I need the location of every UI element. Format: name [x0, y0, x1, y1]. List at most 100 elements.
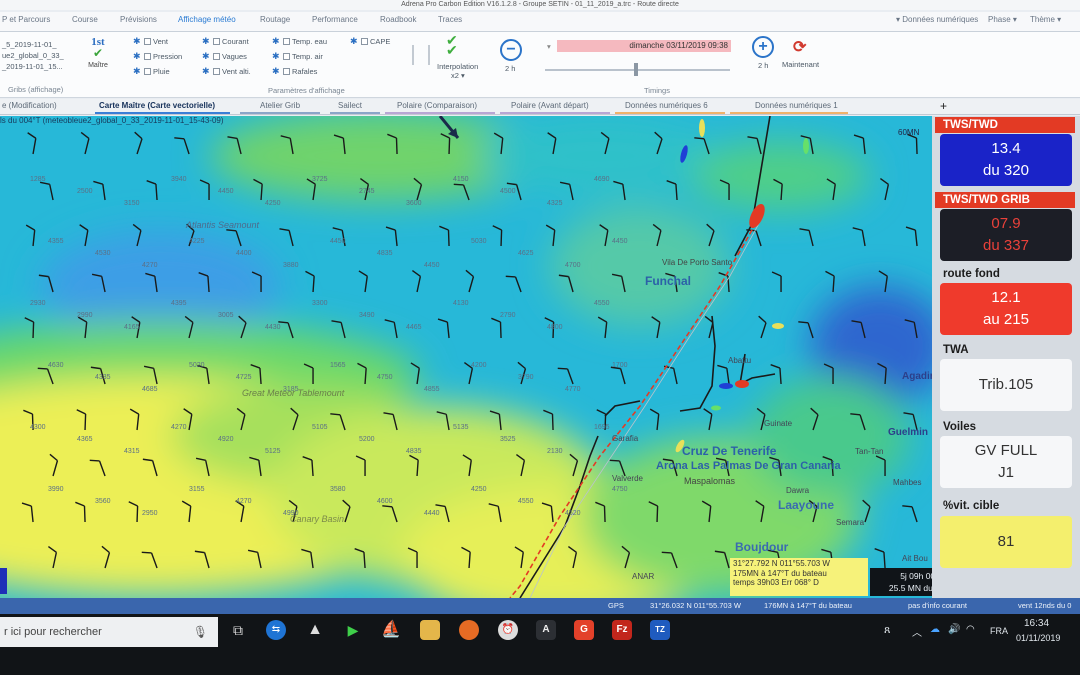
- eta-duration: 5j 09h 00mn: [900, 571, 932, 581]
- tab-donnees-1[interactable]: Données numériques 1: [755, 101, 838, 110]
- donnees-numeriques-dropdown[interactable]: ▾ Données numériques: [896, 15, 978, 24]
- depth-sounding: 2500: [77, 188, 93, 195]
- tab-sailect[interactable]: Sailect: [338, 101, 362, 110]
- param-courant-label: Courant: [222, 37, 249, 46]
- teamviewer-icon[interactable]: ⇆: [266, 620, 286, 640]
- tab-donnees-6[interactable]: Données numériques 6: [625, 101, 708, 110]
- route-fond-label: route fond: [943, 268, 1000, 280]
- param-vent-alti[interactable]: ✱ Vent alti.: [202, 67, 251, 77]
- checkbox-temp-air[interactable]: [283, 53, 290, 60]
- tab-routage[interactable]: Routage: [260, 15, 290, 24]
- eta-box: 5j 09h 00mn 25.5 MN du but: [870, 568, 932, 596]
- tz-app-icon[interactable]: TZ: [650, 620, 670, 640]
- tab-course[interactable]: Course: [72, 15, 98, 24]
- depth-sounding: 2990: [77, 312, 93, 319]
- maintenant-button[interactable]: Maintenant: [782, 60, 819, 69]
- param-rafales[interactable]: ✱ Rafales: [272, 67, 317, 77]
- checkbox-pluie[interactable]: [144, 68, 151, 75]
- depth-sounding: 5200: [359, 436, 375, 443]
- checkbox-vent-alti[interactable]: [213, 68, 220, 75]
- theme-dropdown[interactable]: Thème ▾: [1030, 15, 1061, 24]
- phase-dropdown[interactable]: Phase ▾: [988, 15, 1017, 24]
- step-forward-button[interactable]: +: [752, 36, 774, 58]
- depth-sounding: 4750: [377, 374, 393, 381]
- checkbox-rafales[interactable]: [283, 68, 290, 75]
- step-back-button[interactable]: −: [500, 39, 522, 61]
- cloud-icon[interactable]: ☁: [930, 624, 940, 635]
- checkbox-vagues[interactable]: [213, 53, 220, 60]
- twa-value: Trib.105: [940, 359, 1072, 411]
- param-temp-air[interactable]: ✱ Temp. air: [272, 52, 323, 62]
- depth-sounding: 4500: [500, 188, 516, 195]
- tab-parcours[interactable]: P et Parcours: [2, 15, 50, 24]
- clock-time[interactable]: 16:34: [1024, 618, 1049, 629]
- maitre-button[interactable]: 1st ✔ Maître: [84, 36, 112, 76]
- tab-atelier-grib[interactable]: Atelier Grib: [260, 101, 300, 110]
- tab-carte-maitre[interactable]: Carte Maître (Carte vectorielle): [99, 101, 215, 110]
- ribbon-tab-bar: P et Parcours Course Prévisions Affichag…: [0, 12, 1080, 32]
- map-canvas[interactable]: [0, 116, 932, 598]
- place-mahbes: Mahbes: [893, 478, 922, 487]
- firefox-icon[interactable]: [459, 620, 479, 640]
- chevron-up-icon[interactable]: ︿: [912, 624, 922, 639]
- tab-polaire-comparaison[interactable]: Polaire (Comparaison): [397, 101, 477, 110]
- grib-file-2[interactable]: ue2_global_0_33_: [2, 51, 64, 60]
- vit-cible-value: 81: [940, 516, 1072, 568]
- tab-polaire-avant-depart[interactable]: Polaire (Avant départ): [511, 101, 589, 110]
- people-icon[interactable]: ጸ: [884, 624, 890, 637]
- checkbox-courant[interactable]: [213, 38, 220, 45]
- boat-app-icon[interactable]: ⛵: [381, 620, 401, 640]
- filezilla-icon[interactable]: Fz: [612, 620, 632, 640]
- tab-roadbook[interactable]: Roadbook: [380, 15, 416, 24]
- tab-affichage-meteo[interactable]: Affichage météo: [178, 15, 236, 24]
- refresh-icon[interactable]: ⟳: [793, 37, 806, 57]
- gps-position: 31°26.032 N 011°55.703 W: [650, 601, 741, 610]
- weather-map[interactable]: ls du 004°T (meteobleue2_global_0_33_201…: [0, 116, 932, 598]
- tab-traces[interactable]: Traces: [438, 15, 462, 24]
- step-back-label: 2 h: [505, 64, 516, 73]
- language-indicator[interactable]: FRA: [990, 626, 1008, 636]
- place-porto-santo: Vila De Porto Santo: [662, 258, 733, 267]
- folder-icon[interactable]: [420, 620, 440, 640]
- depth-sounding: 4430: [265, 324, 281, 331]
- sail-app-icon[interactable]: ▲: [305, 620, 325, 640]
- param-vagues[interactable]: ✱ Vagues: [202, 52, 247, 62]
- checkbox-temp-eau[interactable]: [283, 38, 290, 45]
- checkbox-cape[interactable]: [361, 38, 368, 45]
- tab-previsions[interactable]: Prévisions: [120, 15, 157, 24]
- checkbox-pression[interactable]: [144, 53, 151, 60]
- add-tab-button[interactable]: +: [940, 99, 947, 113]
- grib-file-3[interactable]: _2019-11-01_15...: [2, 62, 63, 71]
- param-pluie[interactable]: ✱ Pluie: [133, 67, 170, 77]
- microphone-icon[interactable]: 🎙: [193, 617, 208, 647]
- interpolation-value[interactable]: x2 ▾: [451, 71, 465, 80]
- depth-sounding: 5105: [312, 424, 328, 431]
- checkbox-vent[interactable]: [144, 38, 151, 45]
- forecast-date-field[interactable]: dimanche 03/11/2019 09:38: [557, 40, 731, 52]
- param-courant[interactable]: ✱ Courant: [202, 37, 249, 47]
- param-temp-eau[interactable]: ✱ Temp. eau: [272, 37, 327, 47]
- date-dropdown-arrow[interactable]: ▾: [547, 42, 551, 51]
- grib-file-1[interactable]: _5_2019-11-01_: [2, 40, 57, 49]
- speaker-icon[interactable]: 🔊: [948, 624, 960, 635]
- param-pression[interactable]: ✱ Pression: [133, 52, 182, 62]
- param-cape[interactable]: ✱ CAPE: [350, 37, 390, 47]
- play-app-icon[interactable]: ▶: [343, 620, 363, 640]
- task-view-icon[interactable]: ⧉: [228, 620, 248, 640]
- taskbar-search[interactable]: r ici pour rechercher 🎙: [0, 617, 218, 647]
- timing-slider-thumb[interactable]: [634, 63, 638, 76]
- g-app-icon[interactable]: G: [574, 620, 594, 640]
- twd-value: du 320: [983, 162, 1029, 179]
- depth-sounding: 4690: [594, 176, 610, 183]
- tab-modification[interactable]: e (Modification): [2, 101, 57, 110]
- tab-performance[interactable]: Performance: [312, 15, 358, 24]
- alarm-icon[interactable]: ⏰: [498, 620, 518, 640]
- clock-date[interactable]: 01/11/2019: [1016, 633, 1060, 643]
- instrument-panel: TWS/TWD 13.4 du 320 TWS/TWD GRIB 07.9 du…: [932, 116, 1080, 598]
- depth-sounding: 3490: [359, 312, 375, 319]
- wifi-icon[interactable]: ◠: [966, 624, 975, 635]
- param-vent[interactable]: ✱ Vent: [133, 37, 168, 47]
- depth-sounding: 4165: [124, 324, 140, 331]
- depth-sounding: 3005: [218, 312, 234, 319]
- adrena-icon[interactable]: A: [536, 620, 556, 640]
